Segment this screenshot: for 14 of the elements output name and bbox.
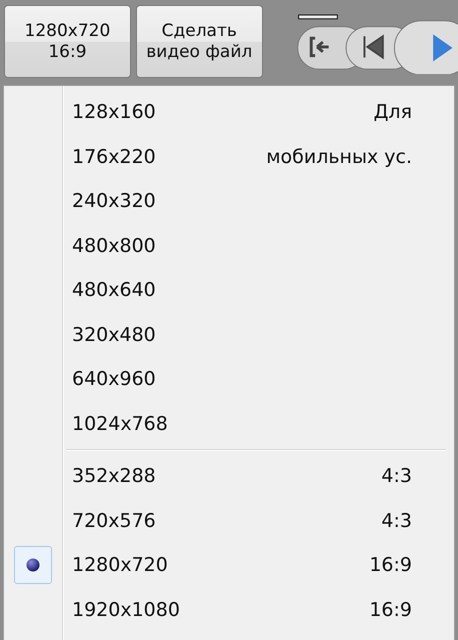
menu-item[interactable]: 240x320 (63, 179, 454, 224)
menu-item[interactable]: 320x480 (63, 312, 454, 357)
menu-item[interactable]: 640x960 (63, 357, 454, 402)
menu-item[interactable]: 176x220 мобильных ус. (63, 134, 454, 179)
menu-item[interactable]: 720x576 4:3 (63, 498, 454, 543)
menu-item[interactable]: 352x288 4:3 (63, 454, 454, 498)
toolbar-button[interactable]: Сделать видео файл (136, 5, 263, 78)
menu-item[interactable]: 1280x720 16:9 (63, 543, 454, 588)
toolbar-button[interactable]: 1280x720 16:9 (4, 5, 131, 78)
menu-item[interactable]: 480x640 (63, 268, 454, 312)
menu-item[interactable]: 480x800 (63, 224, 454, 268)
menu-item[interactable]: 128x160 Для (63, 90, 454, 134)
menu-item[interactable]: 1920x1080 16:9 (63, 588, 454, 632)
menu-item[interactable]: 1024x768 (63, 402, 454, 446)
